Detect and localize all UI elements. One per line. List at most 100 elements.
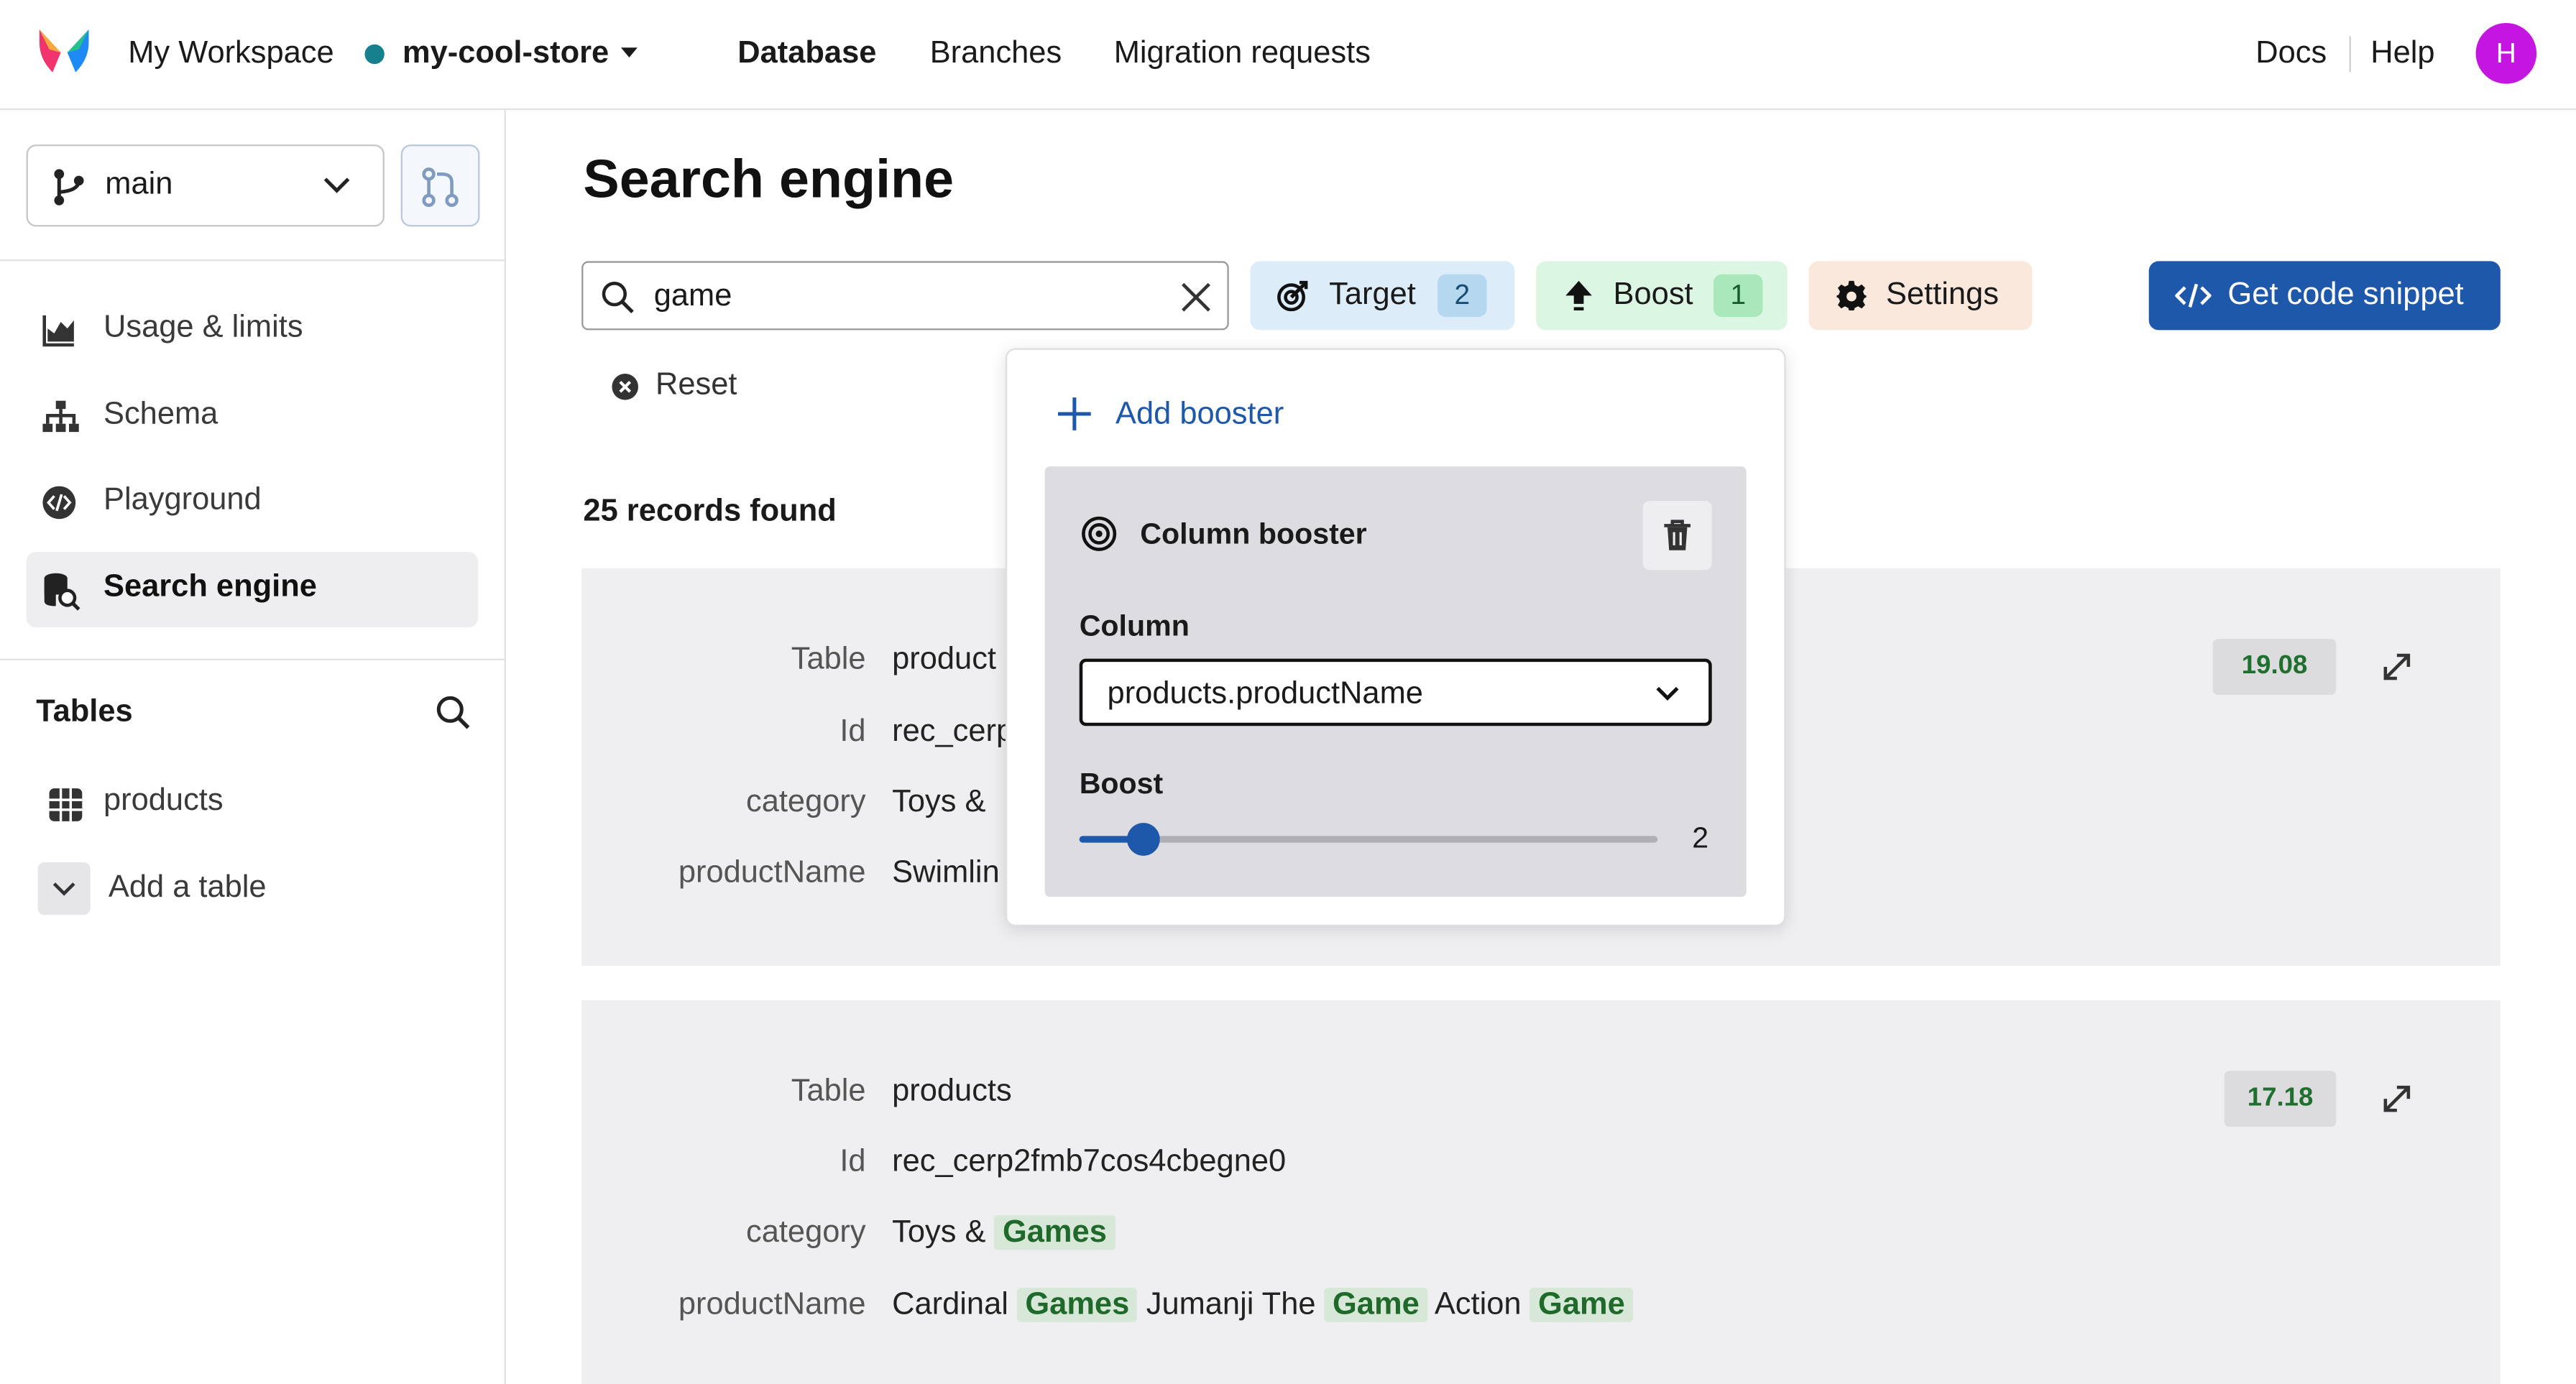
boost-slider-value: 2 [1692,821,1709,854]
score-badge: 19.08 [2212,639,2337,695]
field-value: rec_cerp2fmb7cos4cbegne0 [892,1145,1287,1180]
sidebar-item-label: Playground [103,482,262,517]
expand-icon[interactable] [2380,650,2414,683]
field-label: Id [840,1145,866,1180]
field-label: category [745,785,866,820]
gear-icon [1836,280,1867,310]
target-icon [1277,280,1308,312]
column-booster-panel: Column booster Column products.productNa… [1044,466,1747,897]
help-link[interactable]: Help [2370,36,2434,72]
avatar[interactable]: H [2475,22,2537,84]
field-value: products [892,1074,1012,1109]
boost-slider[interactable] [1079,823,1658,856]
field-value: Swimlin [892,855,1000,890]
code-circle-icon [42,486,76,520]
booster-title: Column booster [1140,517,1367,550]
result-card[interactable]: Table products Id rec_cerp2fmb7cos4cbegn… [581,1000,2501,1384]
text: Jumanji The [1146,1287,1316,1322]
search-input[interactable]: game [581,261,1229,331]
get-code-snippet-button[interactable]: Get code snippet [2148,261,2501,331]
field-label: productName [678,855,866,890]
target-icon [1082,516,1117,551]
clear-icon[interactable] [1178,280,1214,315]
add-table-toggle[interactable] [37,862,91,915]
field-value: rec_cerp [892,714,1014,749]
boost-slider-label: Boost [1079,767,1164,801]
close-circle-icon [612,373,638,400]
field-label: Table [791,642,866,677]
search-highlight: Games [994,1215,1116,1250]
field-value: Toys & [892,785,986,820]
field-label: Id [840,714,866,749]
search-icon [602,281,634,314]
branch-selector[interactable]: main [26,144,385,227]
boost-button[interactable]: Boost 1 [1536,261,1788,331]
boost-label: Boost [1613,277,1693,313]
sidebar-item-label: Schema [103,397,218,433]
column-label: Column [1079,609,1190,642]
divider [0,259,505,262]
boost-slider-thumb[interactable] [1126,823,1160,856]
plus-icon [1057,397,1091,430]
sidebar-item-usage[interactable]: Usage & limits [27,292,479,368]
boost-arrow-icon [1565,280,1592,310]
database-selector[interactable]: my-cool-store [402,36,609,72]
target-count-badge: 2 [1437,274,1487,318]
sidebar-item-schema[interactable]: Schema [27,379,479,455]
field-value: product [892,642,996,677]
merge-branch-button[interactable] [400,144,480,227]
settings-button[interactable]: Settings [1808,261,2033,331]
page-title: Search engine [583,147,954,209]
field-label: Table [791,1074,866,1109]
target-button[interactable]: Target 2 [1250,261,1515,331]
column-select[interactable]: products.productName [1079,658,1712,726]
table-grid-icon [49,788,83,821]
add-table-link[interactable]: Add a table [109,870,267,906]
expand-icon[interactable] [2380,1082,2414,1115]
boost-popover: Add booster Column booster Column produc… [1005,348,1786,927]
sidebar-item-label: Usage & limits [103,310,303,345]
score-badge: 17.18 [2224,1071,2337,1127]
target-label: Target [1329,277,1416,313]
reset-label: Reset [655,367,737,402]
schema-icon [42,400,79,433]
divider [2349,36,2351,73]
docs-link[interactable]: Docs [2255,36,2327,72]
chevron-down-icon [323,177,350,193]
settings-label: Settings [1885,277,1999,313]
chart-icon [42,315,74,347]
xata-logo-icon[interactable] [36,27,92,79]
code-icon [2175,283,2212,308]
delete-booster-button[interactable] [1642,501,1712,571]
search-value[interactable]: game [654,280,732,315]
column-select-value: products.productName [1107,676,1423,711]
records-count: 25 records found [583,494,837,529]
workspace-name[interactable]: My Workspace [128,36,334,72]
git-branch-icon [54,169,84,206]
nav-database[interactable]: Database [737,36,876,72]
field-label: productName [678,1287,866,1322]
text: Action [1434,1287,1522,1322]
caret-down-icon[interactable] [620,47,638,57]
search-icon[interactable] [433,693,473,733]
table-name: products [103,783,224,818]
nav-migration-requests[interactable]: Migration requests [1114,36,1371,72]
trash-icon [1664,520,1690,550]
sidebar-item-label: Search engine [103,570,317,605]
database-status-dot [364,44,385,65]
sidebar: main Usage & limits Schema Playground Se… [0,110,506,1384]
boost-count-badge: 1 [1713,274,1763,318]
tables-heading: Tables [36,694,133,729]
nav-branches[interactable]: Branches [930,36,1062,72]
sidebar-item-playground[interactable]: Playground [27,465,479,540]
text: Toys & [892,1215,986,1250]
chevron-down-icon [52,882,75,896]
chevron-down-icon [1656,686,1679,701]
search-highlight: Game [1324,1287,1428,1322]
database-search-icon [44,573,80,611]
search-highlight: Games [1016,1287,1138,1322]
sidebar-item-search-engine[interactable]: Search engine [26,551,479,628]
divider [0,658,505,660]
git-merge-icon [422,167,459,207]
field-value-category: Toys & Games [892,1215,1116,1251]
